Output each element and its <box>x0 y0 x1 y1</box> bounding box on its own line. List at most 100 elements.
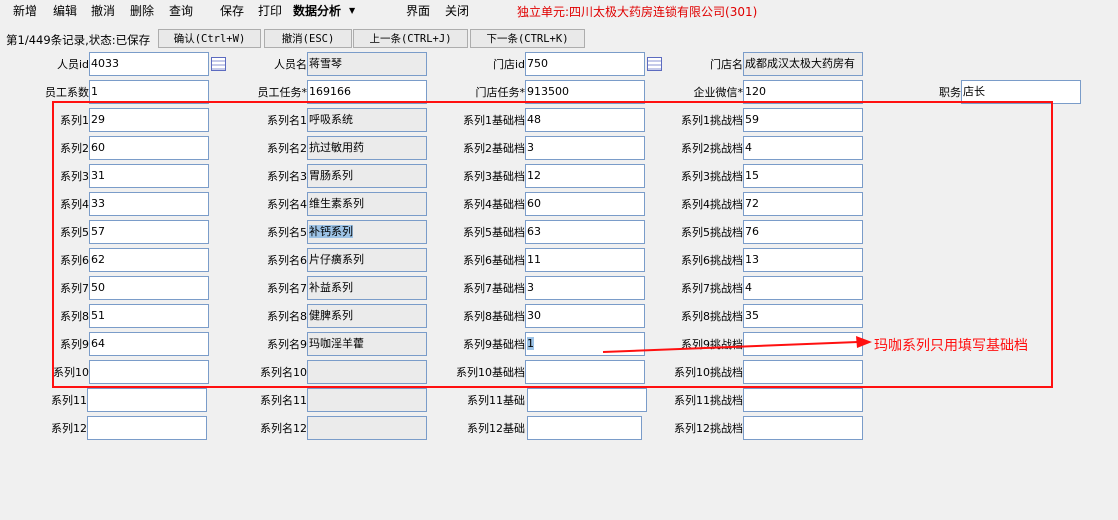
emp-coef-label: 员工系数 <box>45 86 89 99</box>
series-9-col2-field[interactable]: 玛咖淫羊藿 <box>307 332 427 356</box>
menu-query[interactable]: 查询 <box>169 3 193 19</box>
menu-save[interactable]: 保存 <box>220 3 244 19</box>
confirm-button[interactable]: 确认(Ctrl+W) <box>158 29 261 48</box>
series-4-col1-field[interactable]: 33 <box>89 192 209 216</box>
menu-data-analysis[interactable]: 数据分析 ▼ <box>293 3 355 19</box>
series-2-col1-value: 60 <box>91 141 105 154</box>
menu-bar: 新增 编辑 撤消 删除 查询 保存 打印 数据分析 ▼ 界面 关闭 独立单元:四川… <box>0 0 1118 22</box>
series-2-col2-value: 抗过敏用药 <box>309 141 364 154</box>
series-7-col3-label: 系列7基础档 <box>463 282 525 295</box>
series-2-col1-field[interactable]: 60 <box>89 136 209 160</box>
menu-close[interactable]: 关闭 <box>445 3 469 19</box>
series-5-col2-field[interactable]: 补钙系列 <box>307 220 427 244</box>
series-6-col3-field[interactable]: 11 <box>525 248 645 272</box>
series-11-col2-field[interactable] <box>307 388 427 412</box>
series-1-col2-field[interactable]: 呼吸系统 <box>307 108 427 132</box>
wechat-label: 企业微信* <box>693 86 744 99</box>
series-2-col4-field[interactable]: 4 <box>743 136 863 160</box>
series-1-col2-label: 系列名1 <box>267 114 307 127</box>
person-id-field[interactable]: 4033 <box>89 52 209 76</box>
series-6-col4-value: 13 <box>745 253 759 266</box>
cancel-button[interactable]: 撤消(ESC) <box>264 29 352 48</box>
series-7-col4-value: 4 <box>745 281 752 294</box>
series-7-col4-field[interactable]: 4 <box>743 276 863 300</box>
series-5-col4-value: 76 <box>745 225 759 238</box>
series-6-col4-field[interactable]: 13 <box>743 248 863 272</box>
series-12-col3-field[interactable] <box>527 416 642 440</box>
wechat-field[interactable]: 120 <box>743 80 863 104</box>
series-7-col3-field[interactable]: 3 <box>525 276 645 300</box>
series-6-col2-field[interactable]: 片仔癀系列 <box>307 248 427 272</box>
series-4-col3-field[interactable]: 60 <box>525 192 645 216</box>
series-6-col3-label: 系列6基础档 <box>463 254 525 267</box>
series-3-col4-field[interactable]: 15 <box>743 164 863 188</box>
series-5-col3-label: 系列5基础档 <box>463 226 525 239</box>
series-1-col4-label: 系列1挑战档 <box>681 114 743 127</box>
series-2-col3-label: 系列2基础档 <box>463 142 525 155</box>
position-field[interactable]: 店长 <box>961 80 1081 104</box>
series-10-col2-field[interactable] <box>307 360 427 384</box>
series-8-col3-field[interactable]: 30 <box>525 304 645 328</box>
series-9-col1-field[interactable]: 64 <box>89 332 209 356</box>
emp-coef-field[interactable]: 1 <box>89 80 209 104</box>
series-8-col1-field[interactable]: 51 <box>89 304 209 328</box>
chevron-down-icon: ▼ <box>349 6 356 15</box>
series-2-col1-label: 系列2 <box>60 142 89 155</box>
series-1-col3-value: 48 <box>527 113 541 126</box>
series-4-col4-field[interactable]: 72 <box>743 192 863 216</box>
store-name-field[interactable]: 成都成汉太极大药房有 <box>743 52 863 76</box>
series-8-col1-value: 51 <box>91 309 105 322</box>
series-3-col3-field[interactable]: 12 <box>525 164 645 188</box>
series-5-col3-field[interactable]: 63 <box>525 220 645 244</box>
series-3-col2-label: 系列名3 <box>267 170 307 183</box>
series-9-col3-value: 1 <box>527 337 534 350</box>
person-name-field[interactable]: 蒋雪琴 <box>307 52 427 76</box>
series-1-col3-field[interactable]: 48 <box>525 108 645 132</box>
series-10-col1-field[interactable] <box>89 360 209 384</box>
emp-task-field[interactable]: 169166 <box>307 80 427 104</box>
menu-edit[interactable]: 编辑 <box>53 3 77 19</box>
series-3-col2-field[interactable]: 胃肠系列 <box>307 164 427 188</box>
series-10-col2-label: 系列名10 <box>260 366 307 379</box>
menu-new[interactable]: 新增 <box>13 3 37 19</box>
series-7-col2-field[interactable]: 补益系列 <box>307 276 427 300</box>
series-5-col1-field[interactable]: 57 <box>89 220 209 244</box>
series-2-col3-field[interactable]: 3 <box>525 136 645 160</box>
series-4-col1-value: 33 <box>91 197 105 210</box>
series-11-col4-field[interactable] <box>743 388 863 412</box>
series-3-col1-label: 系列3 <box>60 170 89 183</box>
series-10-col4-field[interactable] <box>743 360 863 384</box>
menu-interface[interactable]: 界面 <box>406 3 430 19</box>
series-2-col2-field[interactable]: 抗过敏用药 <box>307 136 427 160</box>
series-1-col1-field[interactable]: 29 <box>89 108 209 132</box>
next-record-button[interactable]: 下一条(CTRL+K) <box>470 29 585 48</box>
menu-print[interactable]: 打印 <box>258 3 282 19</box>
series-8-col4-field[interactable]: 35 <box>743 304 863 328</box>
annotation-text: 玛咖系列只用填写基础档 <box>874 338 1028 354</box>
series-7-col1-field[interactable]: 50 <box>89 276 209 300</box>
store-id-field[interactable]: 750 <box>525 52 645 76</box>
store-task-field[interactable]: 913500 <box>525 80 645 104</box>
series-12-col1-field[interactable] <box>87 416 207 440</box>
series-10-col3-field[interactable] <box>525 360 645 384</box>
series-8-col3-value: 30 <box>527 309 541 322</box>
menu-delete[interactable]: 删除 <box>130 3 154 19</box>
menu-undo[interactable]: 撤消 <box>91 3 115 19</box>
prev-record-button[interactable]: 上一条(CTRL+J) <box>353 29 468 48</box>
series-1-col4-value: 59 <box>745 113 759 126</box>
series-5-col4-field[interactable]: 76 <box>743 220 863 244</box>
series-1-col4-field[interactable]: 59 <box>743 108 863 132</box>
series-9-col3-field[interactable]: 1 <box>525 332 645 356</box>
series-11-col1-field[interactable] <box>87 388 207 412</box>
series-3-col1-field[interactable]: 31 <box>89 164 209 188</box>
series-11-col3-field[interactable] <box>527 388 647 412</box>
series-4-col3-label: 系列4基础档 <box>463 198 525 211</box>
series-4-col2-field[interactable]: 维生素系列 <box>307 192 427 216</box>
store-id-label: 门店id <box>492 58 525 71</box>
series-6-col1-value: 62 <box>91 253 105 266</box>
series-12-col2-field[interactable] <box>307 416 427 440</box>
series-6-col1-field[interactable]: 62 <box>89 248 209 272</box>
series-8-col2-field[interactable]: 健脾系列 <box>307 304 427 328</box>
series-12-col4-field[interactable] <box>743 416 863 440</box>
series-9-col4-field[interactable] <box>743 332 863 356</box>
